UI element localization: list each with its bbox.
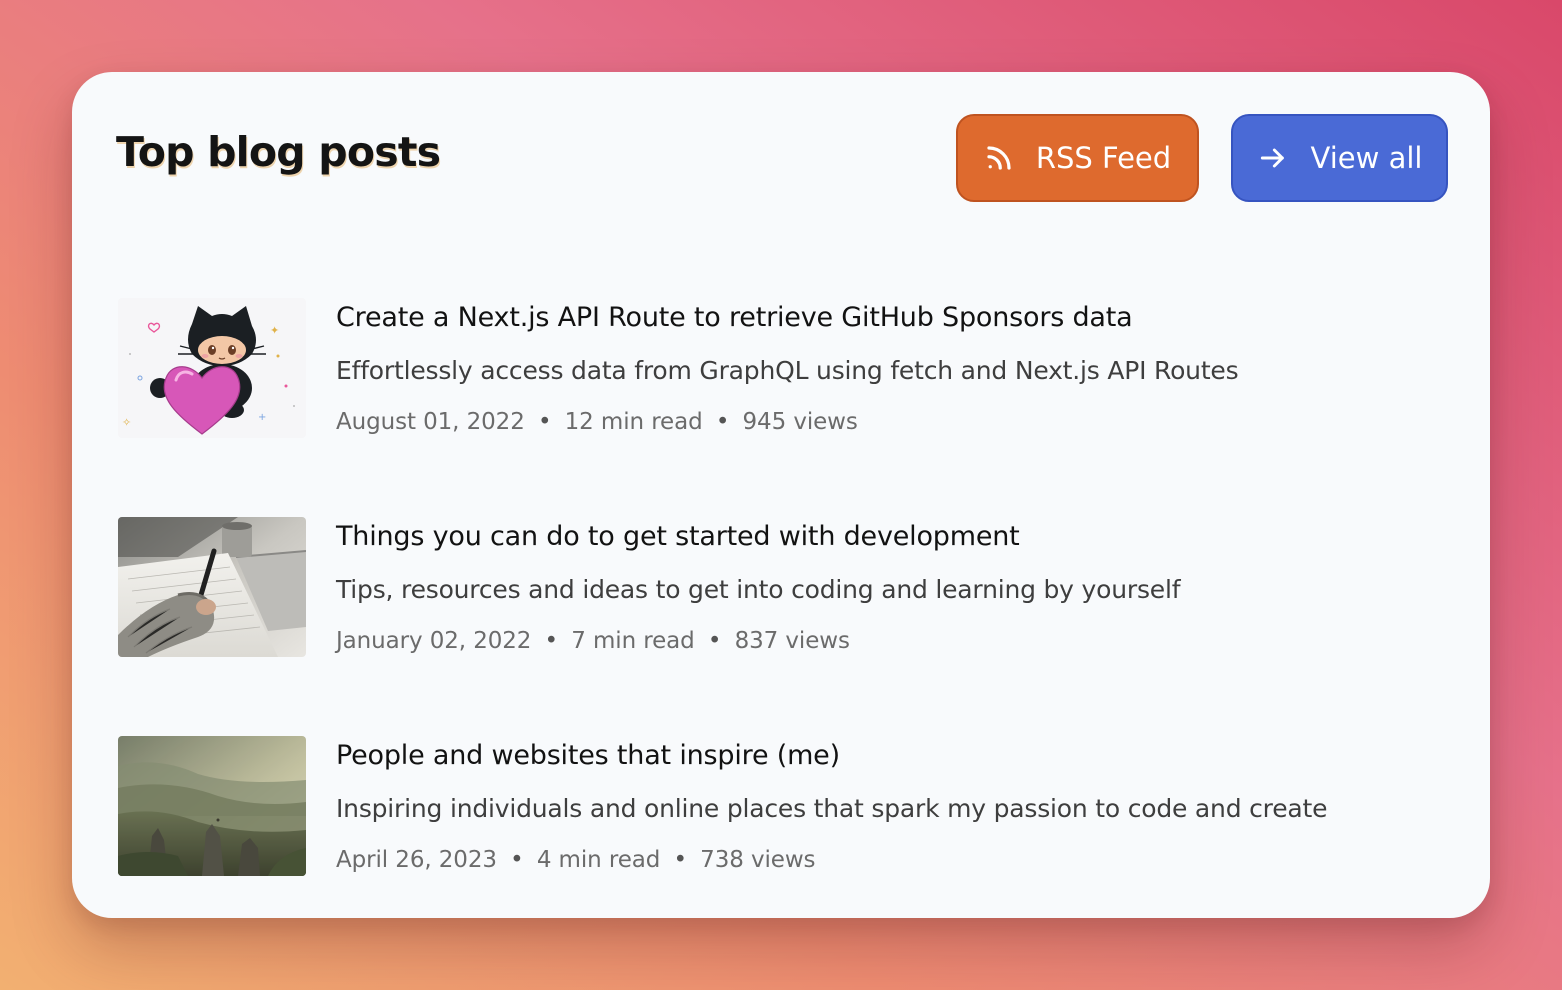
post-thumbnail: ✦ ✦ ✧ + [118, 298, 306, 438]
svg-text:+: + [258, 412, 266, 423]
post-date: January 02, 2022 [336, 628, 532, 654]
arrow-right-icon [1257, 142, 1289, 174]
meta-separator: • [544, 628, 559, 654]
post-views: 837 views [734, 628, 850, 654]
top-blog-posts-card: Top blog posts RSS Feed View all ✦ ✧ + C… [72, 72, 1490, 918]
post-read-time: 4 min read [536, 847, 661, 873]
meta-separator: • [673, 847, 687, 873]
post-title: Create a Next.js API Route to retrieve G… [336, 302, 1133, 333]
post-thumbnail [118, 736, 306, 876]
rss-feed-label: RSS Feed [1035, 141, 1172, 175]
post-meta: January 02, 2022 • 7 min read • 837 view… [336, 625, 850, 657]
post-read-time: 12 min read [564, 409, 703, 435]
hand-writing-photo [118, 517, 306, 657]
post-date: April 26, 2023 [336, 847, 497, 873]
rss-feed-button[interactable]: RSS Feed [956, 114, 1199, 202]
card-title: Top blog posts [116, 128, 441, 176]
post-views: 738 views [700, 847, 816, 873]
post-title: Things you can do to get started with de… [336, 521, 1020, 552]
svg-text:✧: ✧ [122, 416, 131, 429]
meta-separator: • [715, 409, 730, 435]
meta-separator: • [537, 409, 552, 435]
svg-text:✦: ✦ [270, 324, 279, 337]
post-description: Effortlessly access data from GraphQL us… [336, 356, 1239, 385]
mountain-landscape-photo [118, 736, 306, 876]
post-meta: August 01, 2022 • 12 min read • 945 view… [336, 406, 858, 438]
post-thumbnail [118, 517, 306, 657]
post-description: Tips, resources and ideas to get into co… [336, 575, 1181, 604]
post-date: August 01, 2022 [336, 409, 525, 435]
meta-separator: • [707, 628, 722, 654]
view-all-label: View all [1310, 141, 1423, 175]
blog-post-item[interactable]: People and websites that inspire (me) In… [118, 736, 1458, 876]
view-all-button[interactable]: View all [1231, 114, 1448, 202]
post-title: People and websites that inspire (me) [336, 740, 840, 771]
blog-post-item[interactable]: ✦ ✦ ✧ + [118, 298, 1458, 438]
blog-post-item[interactable]: Things you can do to get started with de… [118, 517, 1458, 657]
post-description: Inspiring individuals and online places … [336, 794, 1328, 823]
post-meta: April 26, 2023 • 4 min read • 738 views [336, 844, 816, 876]
rss-icon [984, 143, 1014, 173]
octocat-heart-illustration: ✦ ✦ ✧ + [118, 298, 306, 438]
post-views: 945 views [742, 409, 858, 435]
post-read-time: 7 min read [571, 628, 695, 654]
meta-separator: • [510, 847, 524, 873]
